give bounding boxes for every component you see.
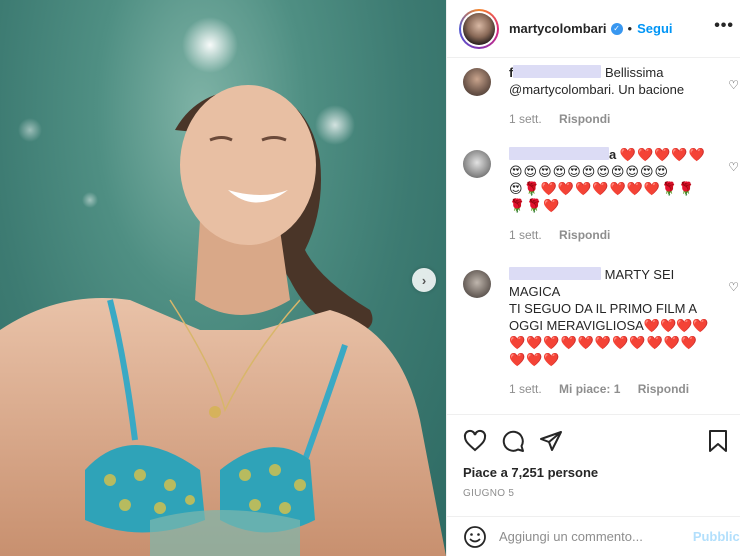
comment-emoji-line: ❤️❤️❤️ bbox=[509, 352, 561, 367]
comment-avatar[interactable] bbox=[463, 68, 491, 96]
like-comment-heart-icon[interactable]: ♡ bbox=[728, 78, 739, 92]
comment-content: OGGI MERAVIGLIOSA❤️❤️❤️❤️ bbox=[509, 318, 709, 333]
comment-item: f Bellissima @martycolombari. Un bacione… bbox=[463, 64, 739, 126]
heart-icon[interactable] bbox=[463, 429, 487, 453]
publish-button[interactable]: Pubblica bbox=[693, 529, 740, 544]
photo-illustration bbox=[0, 17, 446, 556]
share-icon[interactable] bbox=[539, 429, 563, 453]
username-link[interactable]: martycolombari bbox=[509, 21, 607, 36]
comment-time[interactable]: 1 sett. bbox=[509, 228, 542, 242]
comment-emoji-line: ❤️❤️❤️❤️❤️ bbox=[619, 147, 706, 162]
post-date[interactable]: GIUGNO 5 bbox=[463, 488, 725, 499]
comment-meta: 1 sett. Rispondi bbox=[509, 112, 733, 126]
post-actions: Piace a 7,251 persone GIUGNO 5 bbox=[447, 414, 740, 524]
reply-button[interactable]: Rispondi bbox=[559, 112, 610, 126]
comment-item: MARTY SEI MAGICA TI SEGUO DA IL PRIMO FI… bbox=[463, 266, 739, 396]
next-photo-button[interactable]: › bbox=[412, 268, 436, 292]
comment-emoji-line: 🌹🌹❤️ bbox=[509, 198, 561, 213]
redacted-username bbox=[509, 147, 609, 160]
likes-count[interactable]: Piace a 7,251 persone bbox=[463, 465, 725, 480]
comment-input[interactable] bbox=[499, 529, 679, 544]
comment-icon[interactable] bbox=[501, 429, 525, 453]
redacted-username bbox=[509, 267, 601, 280]
reply-button[interactable]: Rispondi bbox=[638, 382, 689, 396]
comment-time[interactable]: 1 sett. bbox=[509, 112, 542, 126]
comment-likes-count[interactable]: Mi piace: 1 bbox=[559, 382, 620, 396]
more-options-button[interactable]: ••• bbox=[714, 17, 734, 35]
comment-text: f Bellissima @martycolombari. Un bacione bbox=[509, 64, 719, 98]
avatar-image bbox=[463, 12, 495, 45]
comment-composer: Pubblica bbox=[447, 516, 740, 556]
redacted-username bbox=[513, 65, 602, 78]
comment-item: a ❤️❤️❤️❤️❤️ 😍😍😍😍😍😍😍😍😍😍😍 😍🌹❤️❤️❤️❤️❤️❤️❤… bbox=[463, 146, 739, 242]
reply-button[interactable]: Rispondi bbox=[559, 228, 610, 242]
comment-content: TI SEGUO DA IL PRIMO FILM A bbox=[509, 301, 698, 316]
avatar[interactable] bbox=[459, 8, 499, 49]
comment-emoji-line: 😍😍😍😍😍😍😍😍😍😍😍 bbox=[509, 164, 670, 179]
verified-icon: ✓ bbox=[610, 22, 623, 35]
post-photo[interactable]: › bbox=[0, 0, 446, 556]
comment-avatar[interactable] bbox=[463, 150, 491, 178]
follow-button[interactable]: Segui bbox=[637, 21, 672, 36]
separator-dot: • bbox=[627, 21, 633, 36]
comment-meta: 1 sett. Mi piace: 1 Rispondi bbox=[509, 382, 733, 396]
comment-text: MARTY SEI MAGICA TI SEGUO DA IL PRIMO FI… bbox=[509, 266, 719, 368]
action-icons bbox=[463, 423, 727, 459]
comment-emoji-line: ❤️❤️❤️❤️❤️❤️❤️❤️❤️❤️❤️ bbox=[509, 335, 699, 350]
post-panel: martycolombari ✓ • Segui ••• f Bellissim… bbox=[446, 0, 740, 556]
comment-time[interactable]: 1 sett. bbox=[509, 382, 542, 396]
comment-emoji-line: 😍🌹❤️❤️❤️❤️❤️❤️❤️🌹🌹 bbox=[509, 181, 696, 196]
comments-list[interactable]: f Bellissima @martycolombari. Un bacione… bbox=[447, 58, 740, 414]
comment-author[interactable]: a bbox=[609, 147, 616, 162]
comment-text: a ❤️❤️❤️❤️❤️ 😍😍😍😍😍😍😍😍😍😍😍 😍🌹❤️❤️❤️❤️❤️❤️❤… bbox=[509, 146, 719, 214]
bookmark-icon[interactable] bbox=[707, 429, 729, 453]
chevron-right-icon: › bbox=[421, 272, 427, 288]
like-comment-heart-icon[interactable]: ♡ bbox=[728, 280, 739, 294]
like-comment-heart-icon[interactable]: ♡ bbox=[728, 160, 739, 174]
smiley-icon[interactable] bbox=[463, 525, 487, 549]
comment-avatar[interactable] bbox=[463, 270, 491, 298]
comment-meta: 1 sett. Rispondi bbox=[509, 228, 733, 242]
post-header: martycolombari ✓ • Segui ••• bbox=[447, 0, 740, 58]
